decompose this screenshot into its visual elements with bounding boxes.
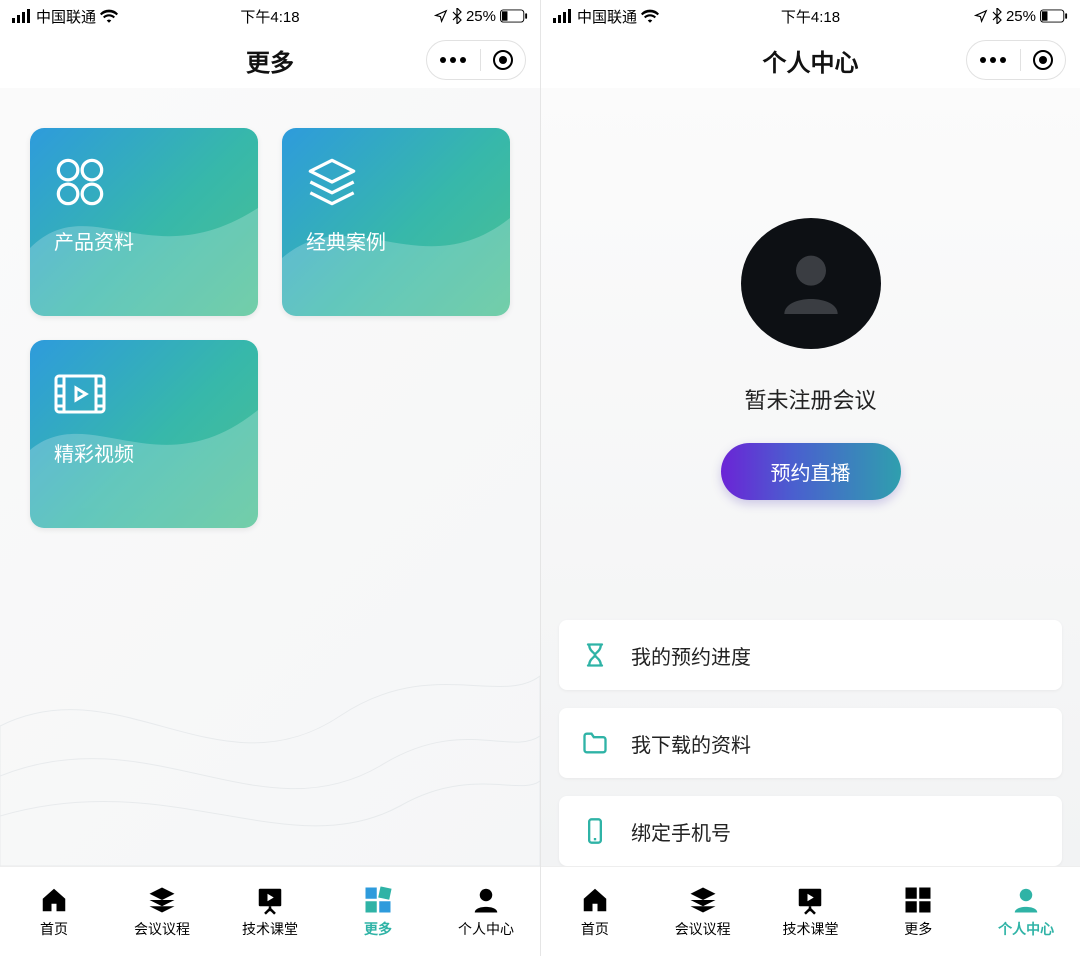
menu-label: 绑定手机号 — [631, 817, 731, 846]
tab-label: 个人中心 — [998, 919, 1054, 939]
menu-bind-phone[interactable]: 绑定手机号 — [559, 796, 1062, 866]
tab-label: 更多 — [364, 919, 392, 939]
page-title: 更多 — [246, 43, 294, 78]
person-icon — [471, 885, 501, 915]
tiles-icon — [363, 885, 393, 915]
tab-bar: 首页 会议议程 技术课堂 更多 个人中心 — [541, 866, 1080, 956]
more-icon[interactable] — [438, 56, 468, 64]
layers-icon — [306, 156, 358, 208]
nav-header: 更多 — [0, 32, 540, 88]
wechat-capsule[interactable] — [966, 40, 1066, 80]
status-time: 下午4:18 — [0, 6, 540, 27]
tab-label: 首页 — [581, 919, 609, 939]
target-icon[interactable] — [492, 49, 514, 71]
status-time: 下午4:18 — [541, 6, 1080, 27]
presentation-icon — [255, 885, 285, 915]
tab-label: 首页 — [40, 919, 68, 939]
phone-device-icon — [581, 817, 609, 845]
avatar[interactable] — [741, 218, 881, 349]
tab-profile[interactable]: 个人中心 — [972, 867, 1080, 956]
tab-home[interactable]: 首页 — [0, 867, 108, 956]
presentation-icon — [795, 885, 825, 915]
home-icon — [580, 885, 610, 915]
tab-bar: 首页 会议议程 技术课堂 更多 个人中心 — [0, 866, 540, 956]
tab-profile[interactable]: 个人中心 — [432, 867, 540, 956]
menu-my-downloads[interactable]: 我下载的资料 — [559, 708, 1062, 778]
tab-label: 更多 — [904, 919, 932, 939]
card-product-materials[interactable]: 产品资料 — [30, 128, 258, 316]
more-icon[interactable] — [978, 56, 1008, 64]
folder-icon — [581, 729, 609, 757]
tab-tech-class[interactable]: 技术课堂 — [757, 867, 865, 956]
stack-icon — [688, 885, 718, 915]
tab-agenda[interactable]: 会议议程 — [108, 867, 216, 956]
menu-label: 我的预约进度 — [631, 641, 751, 670]
tab-tech-class[interactable]: 技术课堂 — [216, 867, 324, 956]
tab-agenda[interactable]: 会议议程 — [649, 867, 757, 956]
tab-label: 技术课堂 — [782, 919, 838, 939]
profile-status-text: 暂未注册会议 — [744, 383, 876, 415]
card-classic-cases[interactable]: 经典案例 — [282, 128, 510, 316]
stack-icon — [147, 885, 177, 915]
status-bar: 中国联通 下午4:18 25% — [0, 0, 540, 32]
card-label: 精彩视频 — [54, 438, 234, 467]
tab-label: 个人中心 — [458, 919, 514, 939]
nav-header: 个人中心 — [541, 32, 1080, 88]
menu-my-reservation-progress[interactable]: 我的预约进度 — [559, 620, 1062, 690]
card-featured-videos[interactable]: 精彩视频 — [30, 340, 258, 528]
status-bar: 中国联通 下午4:18 25% — [541, 0, 1080, 32]
person-icon — [1011, 885, 1041, 915]
tab-label: 技术课堂 — [242, 919, 298, 939]
tab-label: 会议议程 — [134, 919, 190, 939]
video-film-icon — [54, 368, 106, 420]
tab-more[interactable]: 更多 — [324, 867, 432, 956]
tab-home[interactable]: 首页 — [541, 867, 649, 956]
card-label: 产品资料 — [54, 226, 234, 255]
hourglass-icon — [581, 641, 609, 669]
home-icon — [39, 885, 69, 915]
tiles-icon — [903, 885, 933, 915]
reserve-live-button[interactable]: 预约直播 — [721, 443, 901, 500]
page-title: 个人中心 — [763, 43, 859, 78]
menu-label: 我下载的资料 — [631, 729, 751, 758]
target-icon[interactable] — [1032, 49, 1054, 71]
wechat-capsule[interactable] — [426, 40, 526, 80]
grid-apps-icon — [54, 156, 106, 208]
tab-more[interactable]: 更多 — [864, 867, 972, 956]
card-label: 经典案例 — [306, 226, 486, 255]
tab-label: 会议议程 — [675, 919, 731, 939]
person-silhouette-icon — [771, 244, 851, 324]
